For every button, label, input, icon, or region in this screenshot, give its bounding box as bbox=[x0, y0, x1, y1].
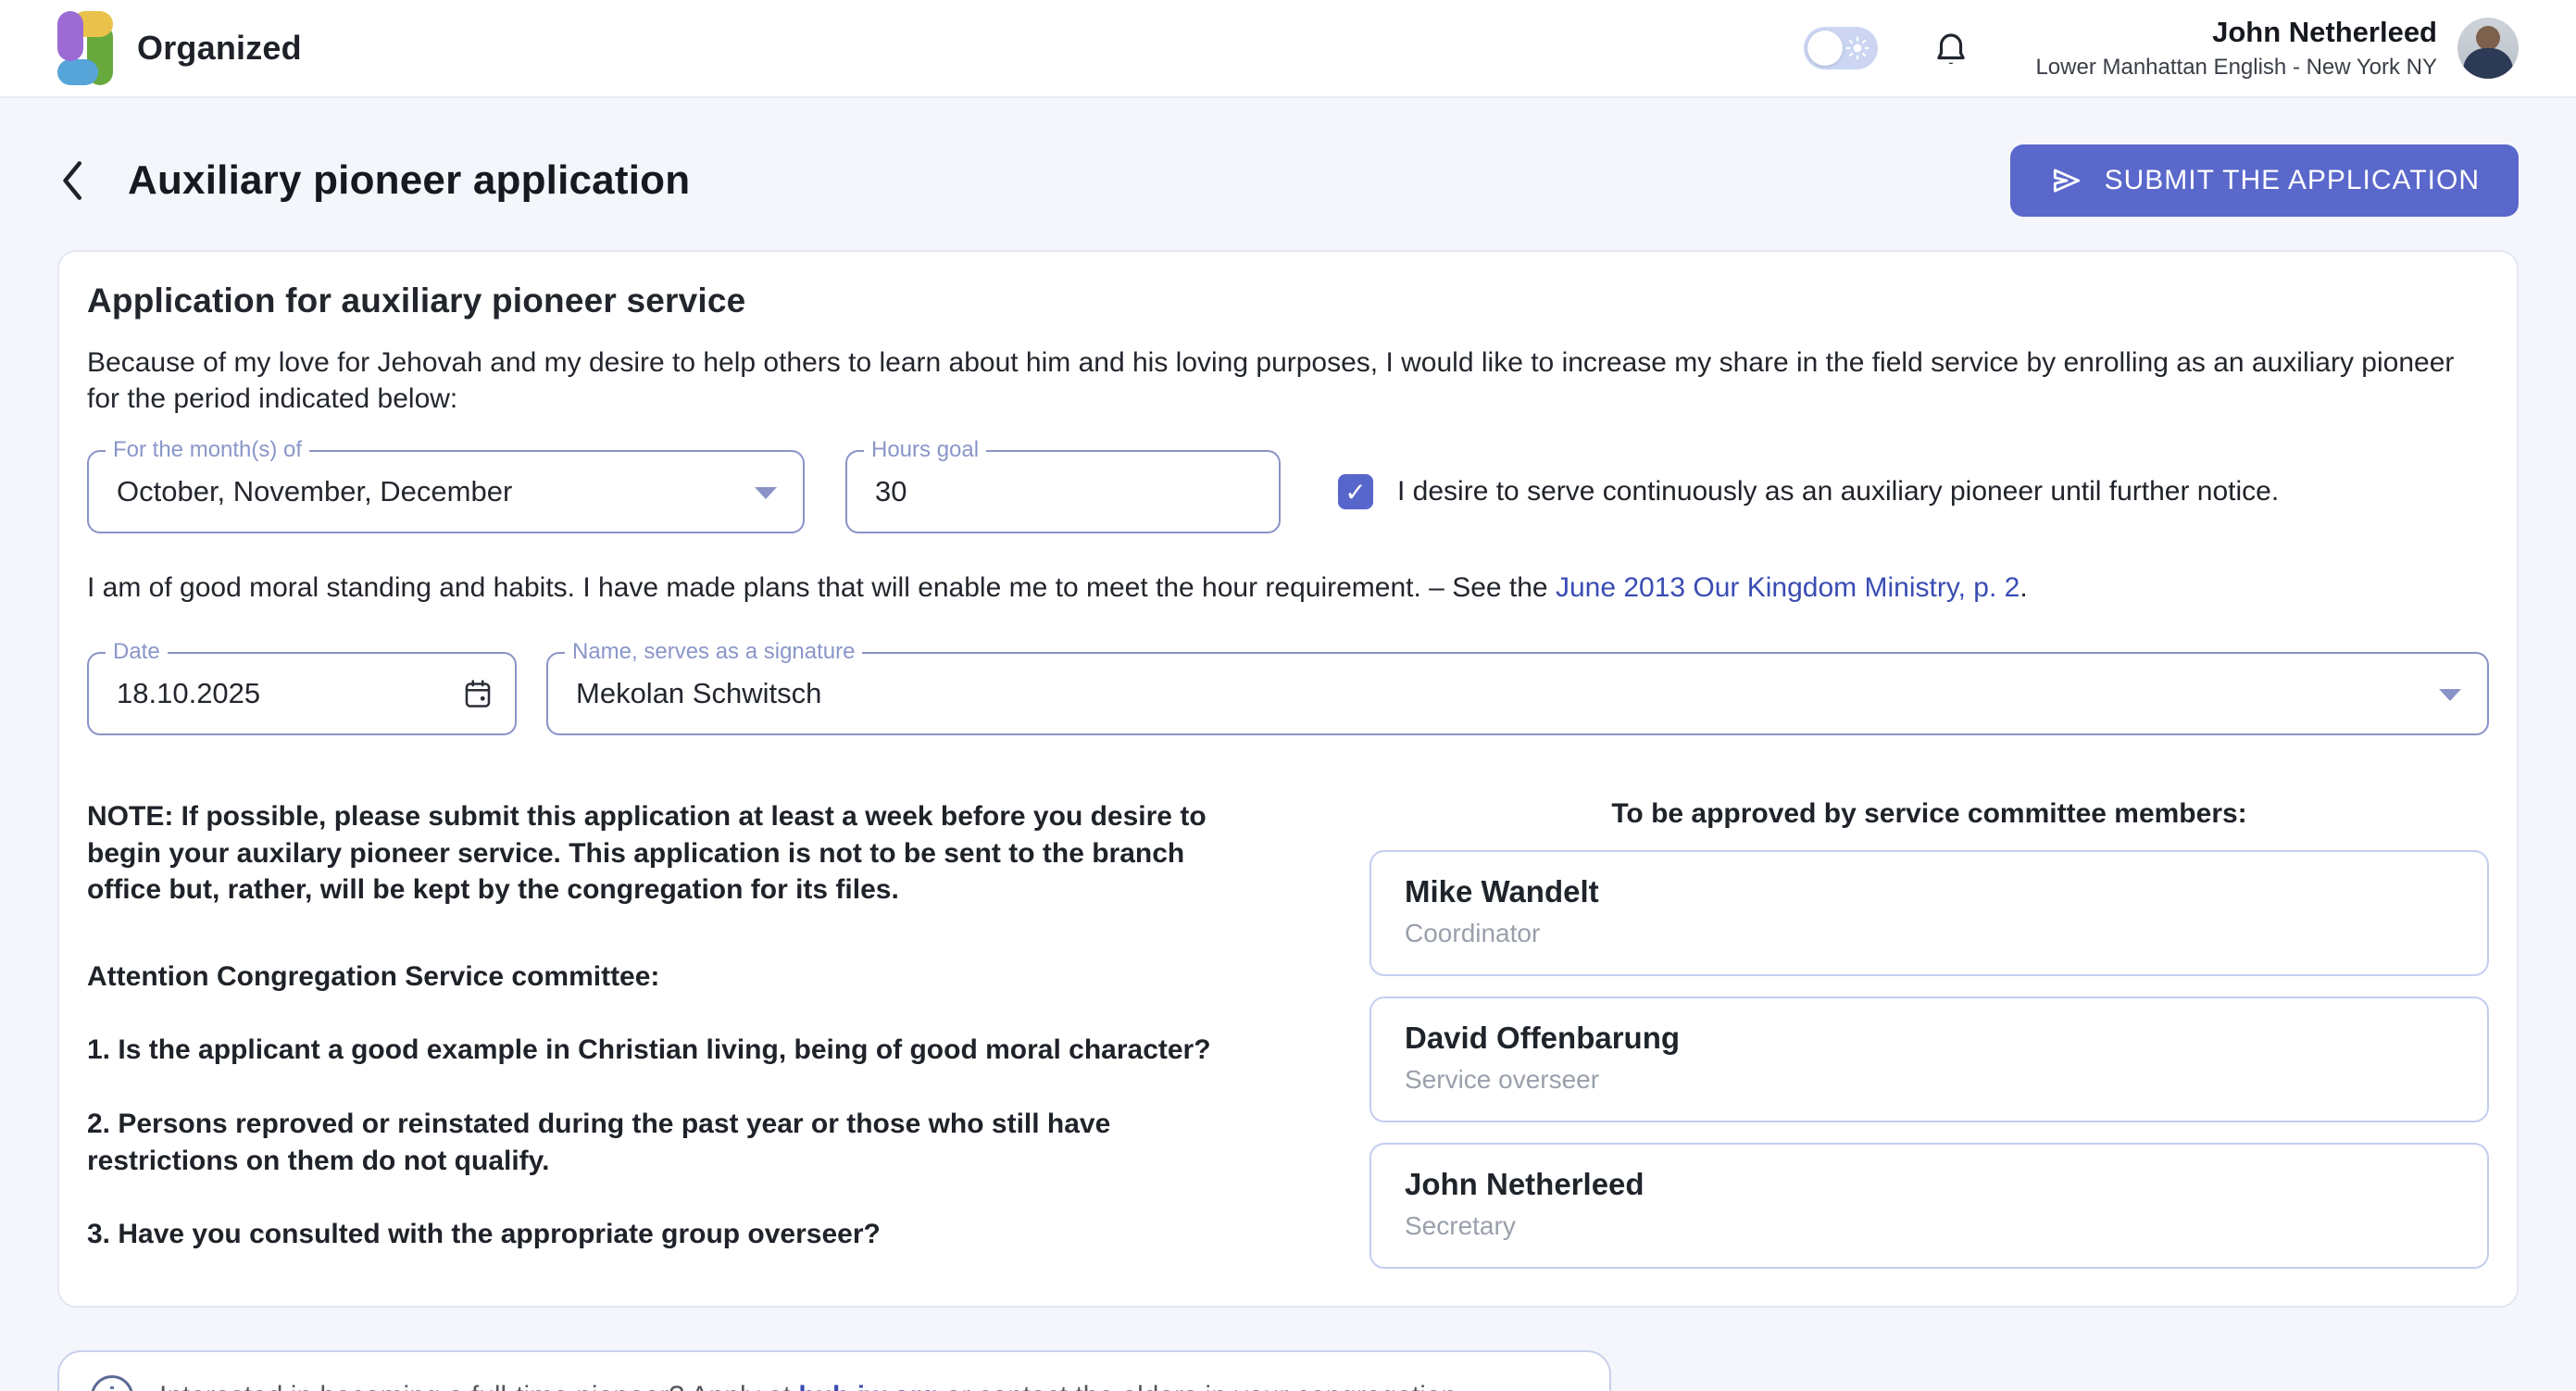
committee-member-card: David Offenbarung Service overseer bbox=[1369, 996, 2489, 1122]
period-fields-row: For the month(s) of October, November, D… bbox=[87, 450, 2489, 533]
send-icon bbox=[2049, 163, 2084, 198]
member-role: Secretary bbox=[1405, 1211, 2454, 1241]
info-text: Interested in becoming a full-time pione… bbox=[159, 1381, 1465, 1391]
approval-heading: To be approved by service committee memb… bbox=[1369, 798, 2489, 830]
notifications-bell-button[interactable] bbox=[1932, 28, 1970, 69]
months-select[interactable]: For the month(s) of October, November, D… bbox=[87, 450, 805, 533]
app-header: Organized John Netherleed Lower Manhatta… bbox=[0, 0, 2576, 98]
app-name: Organized bbox=[137, 29, 302, 68]
moral-standing-statement: I am of good moral standing and habits. … bbox=[87, 572, 2489, 604]
submit-application-button[interactable]: SUBMIT THE APPLICATION bbox=[2010, 144, 2519, 217]
info-text-after: or contact the elders in your congregati… bbox=[938, 1381, 1465, 1391]
member-name: John Netherleed bbox=[1405, 1167, 2454, 1202]
app-logo[interactable]: Organized bbox=[57, 11, 302, 85]
continuous-service-checkbox[interactable]: ✓ bbox=[1338, 474, 1373, 509]
signature-name-label: Name, serves as a signature bbox=[565, 639, 862, 665]
continuous-service-option[interactable]: ✓ I desire to serve continuously as an a… bbox=[1338, 474, 2279, 509]
form-title: Application for auxiliary pioneer servic… bbox=[87, 282, 2489, 320]
signature-fields-row: Date Name, serves as a signature Mekolan… bbox=[87, 652, 2489, 735]
back-button[interactable] bbox=[57, 158, 102, 203]
date-input[interactable] bbox=[89, 677, 515, 710]
member-role: Service overseer bbox=[1405, 1065, 2454, 1095]
member-name: Mike Wandelt bbox=[1405, 874, 2454, 909]
committee-member-card: John Netherleed Secretary bbox=[1369, 1143, 2489, 1269]
form-intro-text: Because of my love for Jehovah and my de… bbox=[87, 345, 2489, 417]
note-paragraph: NOTE: If possible, please submit this ap… bbox=[87, 798, 1231, 909]
info-text-before: Interested in becoming a full-time pione… bbox=[159, 1381, 798, 1391]
user-menu[interactable]: John Netherleed Lower Manhattan English … bbox=[2035, 16, 2519, 81]
approval-section: To be approved by service committee memb… bbox=[1369, 798, 2489, 1269]
statement-period: . bbox=[2020, 572, 2027, 603]
organized-logo-icon bbox=[57, 11, 113, 85]
date-field: Date bbox=[87, 652, 517, 735]
note-item-2: 2. Persons reproved or reinstated during… bbox=[87, 1106, 1231, 1179]
kingdom-ministry-link[interactable]: June 2013 Our Kingdom Ministry, p. 2 bbox=[1556, 572, 2020, 603]
application-form-card: Application for auxiliary pioneer servic… bbox=[57, 250, 2519, 1308]
note-item-1: 1. Is the applicant a good example in Ch… bbox=[87, 1032, 1231, 1069]
months-select-label: For the month(s) of bbox=[106, 437, 309, 463]
theme-toggle[interactable] bbox=[1804, 27, 1878, 69]
bell-icon bbox=[1932, 28, 1970, 69]
avatar[interactable] bbox=[2457, 18, 2519, 79]
note-item-3: 3. Have you consulted with the appropria… bbox=[87, 1216, 1231, 1253]
info-icon: i bbox=[91, 1375, 133, 1391]
chevron-left-icon bbox=[57, 158, 89, 203]
hub-jw-org-link[interactable]: hub.jw.org bbox=[798, 1381, 938, 1391]
attention-heading: Attention Congregation Service committee… bbox=[87, 959, 1231, 996]
member-name: David Offenbarung bbox=[1405, 1021, 2454, 1056]
fulltime-pioneer-info-box: i Interested in becoming a full-time pio… bbox=[57, 1350, 1611, 1391]
hours-goal-input[interactable] bbox=[847, 475, 1279, 508]
user-name: John Netherleed bbox=[2035, 16, 2437, 49]
hours-goal-field: Hours goal bbox=[845, 450, 1281, 533]
note-section: NOTE: If possible, please submit this ap… bbox=[87, 798, 1231, 1269]
signature-name-value: Mekolan Schwitsch bbox=[548, 677, 821, 710]
signature-name-select[interactable]: Name, serves as a signature Mekolan Schw… bbox=[546, 652, 2489, 735]
continuous-service-label: I desire to serve continuously as an aux… bbox=[1397, 476, 2279, 508]
chevron-down-icon bbox=[755, 487, 777, 499]
committee-member-card: Mike Wandelt Coordinator bbox=[1369, 850, 2489, 976]
date-label: Date bbox=[106, 639, 168, 665]
statement-text: I am of good moral standing and habits. … bbox=[87, 572, 1556, 603]
toggle-knob bbox=[1807, 31, 1843, 66]
hours-goal-label: Hours goal bbox=[864, 437, 986, 463]
user-congregation: Lower Manhattan English - New York NY bbox=[2035, 55, 2437, 81]
page-title: Auxiliary pioneer application bbox=[128, 157, 690, 204]
member-role: Coordinator bbox=[1405, 919, 2454, 948]
months-select-value: October, November, December bbox=[89, 475, 512, 508]
chevron-down-icon bbox=[2439, 689, 2461, 701]
calendar-icon[interactable] bbox=[461, 676, 494, 711]
submit-button-label: SUBMIT THE APPLICATION bbox=[2105, 165, 2480, 196]
page-title-row: Auxiliary pioneer application SUBMIT THE… bbox=[0, 144, 2576, 217]
sun-icon bbox=[1845, 36, 1869, 65]
